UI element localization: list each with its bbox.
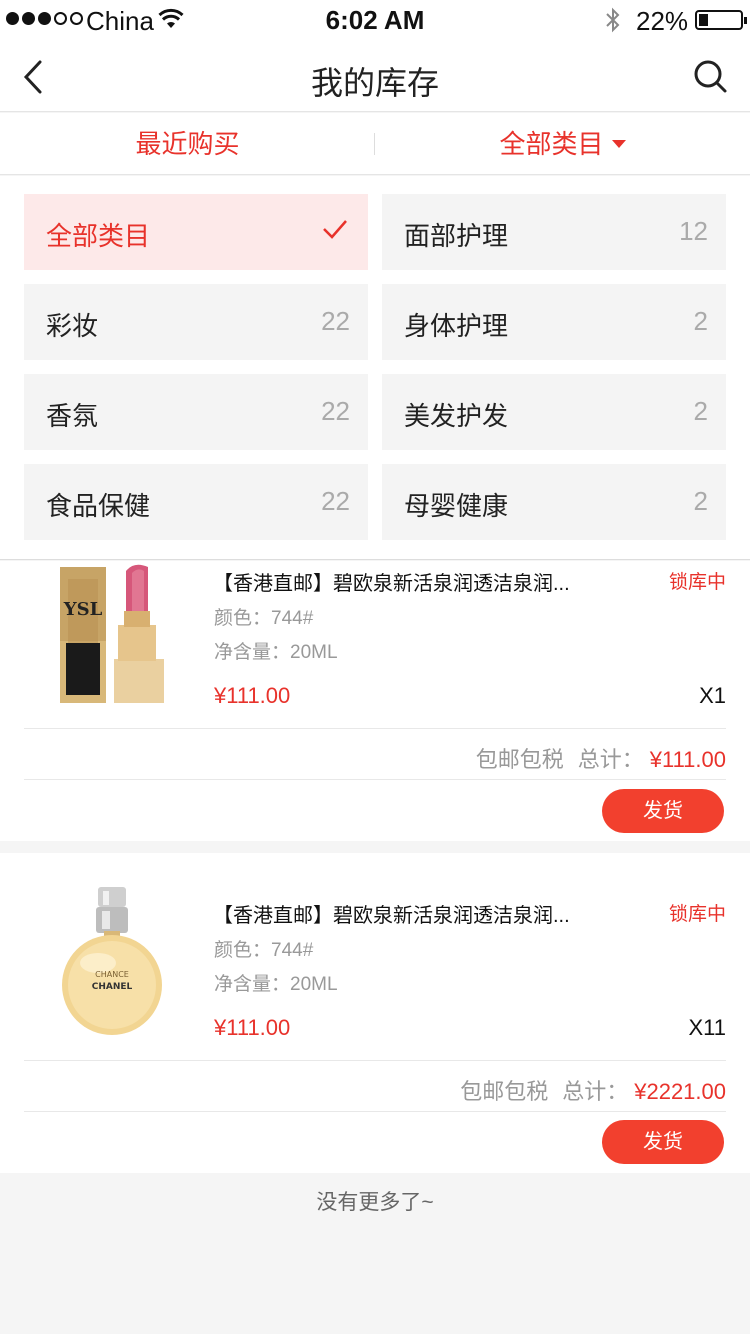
divider: [24, 1060, 726, 1061]
product-price: ¥111.00: [214, 1015, 291, 1040]
category-count: 12: [679, 216, 708, 246]
checkmark-icon: [322, 218, 348, 240]
order-summary: 包邮包税 总计： ¥2221.00: [460, 1074, 726, 1106]
product-quantity: X1: [699, 683, 726, 708]
category-item-fragrance[interactable]: 香氛 22: [24, 374, 368, 450]
category-item-mother-baby[interactable]: 母婴健康 2: [382, 464, 726, 540]
ship-button[interactable]: 发货: [602, 789, 724, 833]
category-name: 美发护发: [404, 401, 509, 431]
category-name: 身体护理: [404, 311, 509, 341]
lock-status-badge: 锁库中: [668, 572, 726, 593]
category-name: 母婴健康: [404, 491, 509, 521]
category-dropdown: 全部类目 面部护理 12 彩妆 22 身体护理 2 香氛 22 美发护发 2 食…: [0, 176, 750, 560]
tab-recent-purchase[interactable]: 最近购买: [0, 113, 375, 175]
tab-recent-label: 最近购买: [135, 129, 240, 159]
perfume-label-chance: CHANCE: [95, 970, 129, 979]
category-count: 22: [321, 396, 350, 426]
bluetooth-icon: [604, 6, 622, 39]
ship-button[interactable]: 发货: [602, 1120, 724, 1164]
perfume-label-chanel: CHANEL: [92, 982, 133, 992]
product-price: ¥111.00: [214, 683, 291, 708]
category-count: 2: [693, 486, 708, 516]
category-name: 香氛: [46, 401, 99, 431]
filter-bar: 最近购买 全部类目: [0, 113, 750, 175]
category-name: 食品保健: [46, 491, 151, 521]
no-more-footer: 没有更多了~: [316, 1191, 434, 1214]
total-amount: ¥111.00: [649, 747, 726, 772]
divider: [24, 728, 726, 729]
category-item-makeup[interactable]: 彩妆 22: [24, 284, 368, 360]
total-label: 总计：: [577, 747, 644, 772]
category-item-food-health[interactable]: 食品保健 22: [24, 464, 368, 540]
product-color: 颜色：744#: [214, 608, 314, 629]
navigation-bar: 我的库存: [0, 40, 750, 112]
product-name: 【香港直邮】碧欧泉新活泉润透洁泉润...: [213, 573, 570, 595]
category-item-hair-care[interactable]: 美发护发 2: [382, 374, 726, 450]
page-title: 我的库存: [310, 65, 439, 101]
total-label: 总计：: [562, 1079, 629, 1104]
divider: [24, 779, 726, 780]
tab-all-categories[interactable]: 全部类目: [375, 113, 750, 175]
product-image-lipstick: YSL: [48, 559, 178, 709]
lock-status-badge: 锁库中: [668, 904, 726, 925]
product-color: 颜色：744#: [214, 940, 314, 961]
category-name: 彩妆: [46, 311, 99, 341]
total-amount: ¥2221.00: [634, 1079, 726, 1104]
category-item-all[interactable]: 全部类目: [24, 194, 368, 270]
category-count: 2: [693, 306, 708, 336]
product-volume: 净含量：20ML: [214, 642, 338, 663]
caret-down-icon: [611, 140, 626, 149]
shipping-tax-note: 包邮包税: [460, 1079, 549, 1104]
order-summary: 包邮包税 总计： ¥111.00: [476, 742, 726, 774]
svg-text:YSL: YSL: [63, 599, 103, 620]
category-count: 22: [321, 486, 350, 516]
category-count: 22: [321, 306, 350, 336]
shipping-tax-note: 包邮包税: [475, 747, 564, 772]
category-name: 面部护理: [404, 221, 509, 251]
product-image-perfume: CHANCE CHANEL: [48, 885, 178, 1035]
product-quantity: X11: [688, 1015, 726, 1040]
battery-icon: [695, 10, 747, 30]
product-card[interactable]: CHANCE CHANEL 【香港直邮】碧欧泉新活泉润透洁泉润... 锁库中 颜…: [0, 853, 750, 1173]
product-card[interactable]: YSL 【香港直邮】碧欧泉新活泉润透洁泉润... 锁库中 颜色：744# 净含量…: [0, 561, 750, 841]
product-name: 【香港直邮】碧欧泉新活泉润透洁泉润...: [213, 905, 570, 927]
category-name: 全部类目: [46, 221, 151, 251]
category-count: 2: [693, 396, 708, 426]
product-volume: 净含量：20ML: [214, 974, 338, 995]
tab-all-label: 全部类目: [499, 129, 604, 159]
status-bar: China 6:02 AM 22%: [0, 0, 750, 40]
battery-percent: 22%: [636, 6, 689, 36]
category-item-body-care[interactable]: 身体护理 2: [382, 284, 726, 360]
category-item-face-care[interactable]: 面部护理 12: [382, 194, 726, 270]
divider: [24, 1111, 726, 1112]
search-icon[interactable]: [692, 58, 728, 94]
